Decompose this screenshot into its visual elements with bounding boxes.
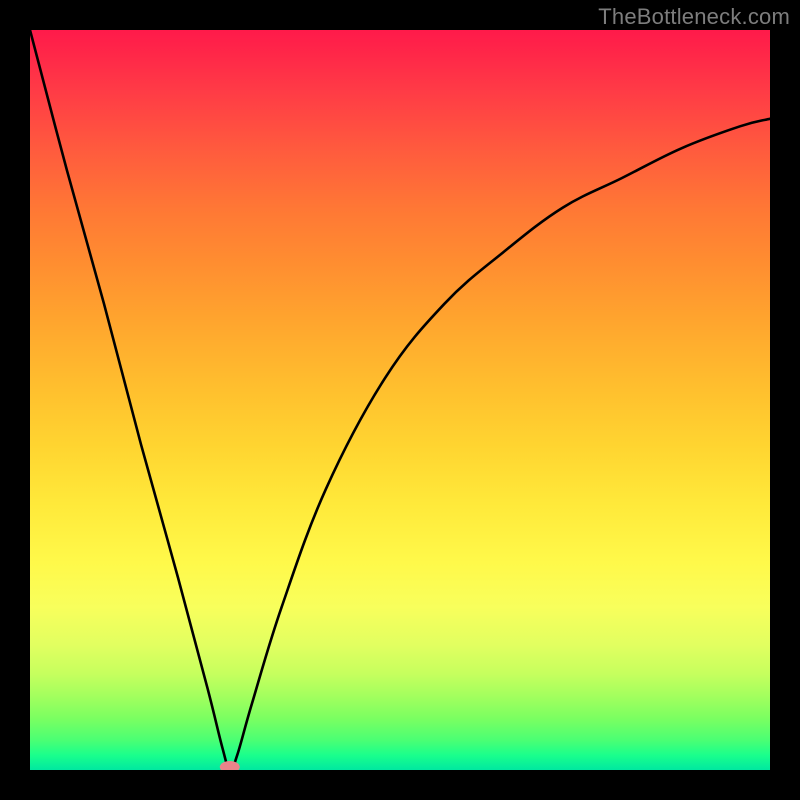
min-marker [220,761,240,770]
watermark: TheBottleneck.com [598,4,790,30]
plot-area [30,30,770,770]
chart-container: TheBottleneck.com [0,0,800,800]
bottleneck-curve [30,30,770,770]
